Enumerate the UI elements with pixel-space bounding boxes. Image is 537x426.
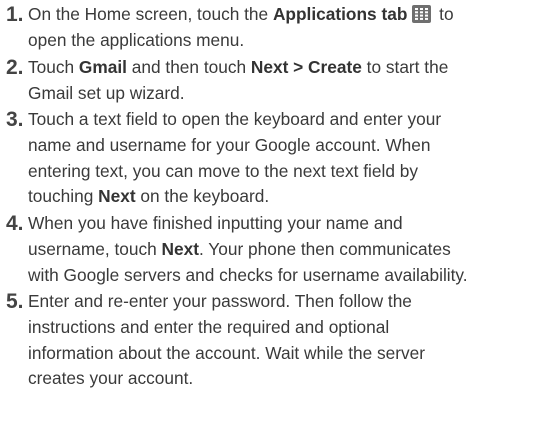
step-3: 3. Touch a text field to open the keyboa… bbox=[6, 107, 531, 210]
step-line: On the Home screen, touch the Applicatio… bbox=[28, 4, 454, 24]
step-number: 1. bbox=[6, 3, 24, 26]
step-line: with Google servers and checks for usern… bbox=[28, 264, 468, 285]
applications-tab-label: Applications tab bbox=[272, 4, 408, 24]
step-line: When you have finished inputting your na… bbox=[28, 213, 403, 233]
step-5: 5. Enter and re-enter your password. The… bbox=[6, 289, 531, 392]
step-line: entering text, you can move to the next … bbox=[28, 160, 419, 181]
step-text: Enter and re-enter your password. Then f… bbox=[28, 289, 531, 392]
step-line: touching Next on the keyboard. bbox=[28, 186, 270, 207]
step-text: Touch Gmail and then touch Next > Create… bbox=[28, 55, 531, 107]
step-number: 4. bbox=[6, 212, 24, 235]
step-number: 3. bbox=[6, 108, 24, 131]
step-line: information about the account. Wait whil… bbox=[28, 342, 426, 363]
step-line: creates your account. bbox=[28, 368, 194, 389]
next-create-label: Next > Create bbox=[250, 57, 362, 77]
instruction-steps: 1. On the Home screen, touch the Applica… bbox=[0, 0, 537, 426]
step-line: Touch a text field to open the keyboard … bbox=[28, 109, 442, 129]
step-line: Gmail set up wizard. bbox=[28, 82, 185, 103]
step-line: name and username for your Google accoun… bbox=[28, 134, 431, 155]
step-text: On the Home screen, touch the Applicatio… bbox=[28, 2, 531, 54]
step-1: 1. On the Home screen, touch the Applica… bbox=[6, 2, 531, 54]
step-line: Touch Gmail and then touch Next > Create… bbox=[28, 57, 449, 77]
step-text: Touch a text field to open the keyboard … bbox=[28, 107, 531, 210]
step-line: instructions and enter the required and … bbox=[28, 316, 390, 337]
gmail-label: Gmail bbox=[78, 57, 127, 77]
next-label: Next bbox=[161, 238, 199, 259]
step-number: 2. bbox=[6, 56, 24, 79]
step-line: Enter and re-enter your password. Then f… bbox=[28, 291, 412, 311]
step-number: 5. bbox=[6, 290, 24, 313]
step-text: When you have finished inputting your na… bbox=[28, 211, 531, 288]
apps-grid-icon bbox=[412, 5, 432, 23]
step-line: username, touch Next. Your phone then co… bbox=[28, 238, 451, 259]
next-label: Next bbox=[98, 186, 136, 207]
step-line: open the applications menu. bbox=[28, 29, 245, 50]
step-4: 4. When you have finished inputting your… bbox=[6, 211, 531, 288]
step-2: 2. Touch Gmail and then touch Next > Cre… bbox=[6, 55, 531, 107]
